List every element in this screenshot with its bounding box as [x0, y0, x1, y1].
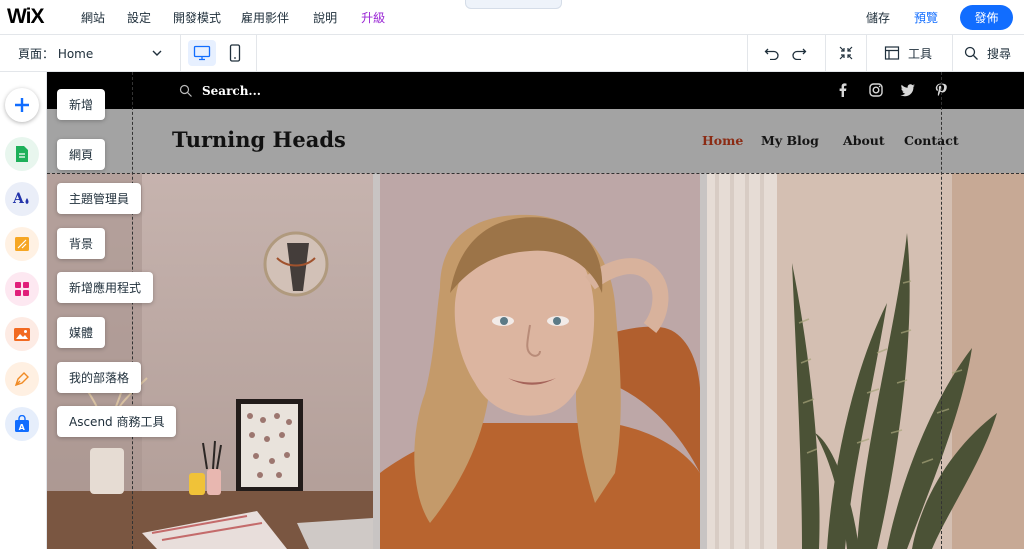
zoom-out-icon	[839, 46, 853, 60]
pen-icon	[14, 372, 29, 387]
theme-manager-label[interactable]: 主題管理員	[57, 183, 142, 214]
blog-label[interactable]: 我的部落格	[57, 362, 142, 393]
site-top-strip[interactable]: Search...	[47, 72, 1024, 109]
nav-about[interactable]: About	[843, 133, 885, 148]
left-sidebar: A A	[0, 72, 47, 549]
top-right-actions: 儲存 預覽 發佈	[866, 0, 1024, 35]
nav-my-blog[interactable]: My Blog	[761, 133, 819, 148]
media-button[interactable]	[5, 317, 39, 351]
tools-icon	[884, 46, 900, 60]
site-title[interactable]: Turning Heads	[172, 127, 346, 152]
chevron-down-icon[interactable]	[150, 46, 164, 60]
redo-icon	[792, 48, 807, 60]
menu-hire[interactable]: 雇用影伴	[241, 9, 289, 26]
page-icon	[16, 146, 28, 162]
plus-icon	[15, 98, 29, 112]
mobile-icon	[229, 44, 241, 62]
search-label: 搜尋	[987, 46, 1012, 61]
ascend-button[interactable]: A	[5, 407, 39, 441]
undo-button[interactable]	[764, 35, 780, 71]
twitter-icon[interactable]	[900, 82, 916, 98]
save-button[interactable]: 儲存	[866, 9, 890, 26]
portrait-photo-image	[380, 173, 700, 549]
layout-guide-right	[941, 72, 942, 549]
blog-button[interactable]	[5, 362, 39, 396]
top-menu: 網站 設定 開發模式 雇用影伴 說明 升級	[67, 9, 385, 26]
media-label[interactable]: 媒體	[57, 317, 106, 348]
site-search-bar[interactable]: Search...	[179, 72, 261, 109]
nav-home[interactable]: Home	[702, 133, 743, 148]
page-selector[interactable]: 頁面： Home	[18, 35, 93, 71]
background-icon	[15, 237, 29, 251]
preview-button[interactable]: 預覽	[914, 9, 938, 26]
editor-toolbar: 頁面： Home 工具 搜尋	[0, 35, 1024, 72]
site-search-placeholder: Search...	[202, 83, 261, 98]
collapse-toolbar-tab[interactable]: ⌃	[465, 0, 562, 9]
tools-button[interactable]: 工具	[884, 35, 932, 71]
menu-settings[interactable]: 設定	[127, 9, 151, 26]
gallery-photo-portrait[interactable]	[380, 173, 700, 549]
undo-icon	[764, 48, 779, 60]
pages-button[interactable]	[5, 137, 39, 171]
mobile-view-button[interactable]	[221, 40, 249, 66]
gallery-photo-plant[interactable]	[707, 173, 1024, 549]
search-icon	[964, 46, 978, 60]
chevron-up-icon: ⌃	[509, 0, 518, 7]
ascend-label[interactable]: Ascend 商務工具	[57, 406, 177, 437]
header-boundary-guide	[47, 173, 1024, 174]
add-elements-button[interactable]	[5, 88, 39, 122]
pages-label[interactable]: 網頁	[57, 139, 106, 170]
menu-help[interactable]: 說明	[313, 9, 337, 26]
desktop-view-button[interactable]	[188, 40, 216, 66]
plant-photo-image	[707, 173, 1024, 549]
add-elements-label[interactable]: 新增	[57, 89, 106, 120]
search-icon	[179, 84, 192, 97]
redo-button[interactable]	[791, 35, 807, 71]
zoom-out-button[interactable]	[838, 35, 854, 71]
svg-text:A: A	[19, 423, 26, 432]
search-button[interactable]: 搜尋	[964, 35, 1011, 71]
menu-site[interactable]: 網站	[81, 9, 105, 26]
background-label[interactable]: 背景	[57, 228, 106, 259]
site-header[interactable]: Turning Heads Home My Blog About Contact	[47, 109, 1024, 173]
menu-dev-mode[interactable]: 開發模式	[173, 9, 221, 26]
theme-manager-button[interactable]: A	[5, 182, 39, 216]
menu-upgrade[interactable]: 升級	[361, 9, 385, 26]
site-canvas[interactable]: Search... Turning Heads Home My Blog Abo…	[47, 72, 1024, 549]
layout-guide-left	[132, 72, 133, 549]
instagram-icon[interactable]	[868, 82, 884, 98]
svg-text:A: A	[12, 191, 25, 207]
bag-icon: A	[15, 415, 29, 432]
tools-label: 工具	[908, 46, 933, 61]
facebook-icon[interactable]	[835, 82, 851, 98]
background-button[interactable]	[5, 227, 39, 261]
publish-button[interactable]: 發佈	[960, 5, 1013, 30]
nav-contact[interactable]: Contact	[904, 133, 959, 148]
add-apps-button[interactable]	[5, 272, 39, 306]
add-apps-label[interactable]: 新增應用程式	[57, 272, 154, 303]
desktop-icon	[193, 45, 211, 61]
image-icon	[14, 327, 30, 341]
wix-logo[interactable]: WiX	[7, 5, 67, 29]
apps-icon	[15, 282, 29, 296]
theme-icon: A	[12, 191, 29, 207]
gallery-gap	[700, 173, 707, 549]
gallery-gap	[373, 173, 380, 549]
